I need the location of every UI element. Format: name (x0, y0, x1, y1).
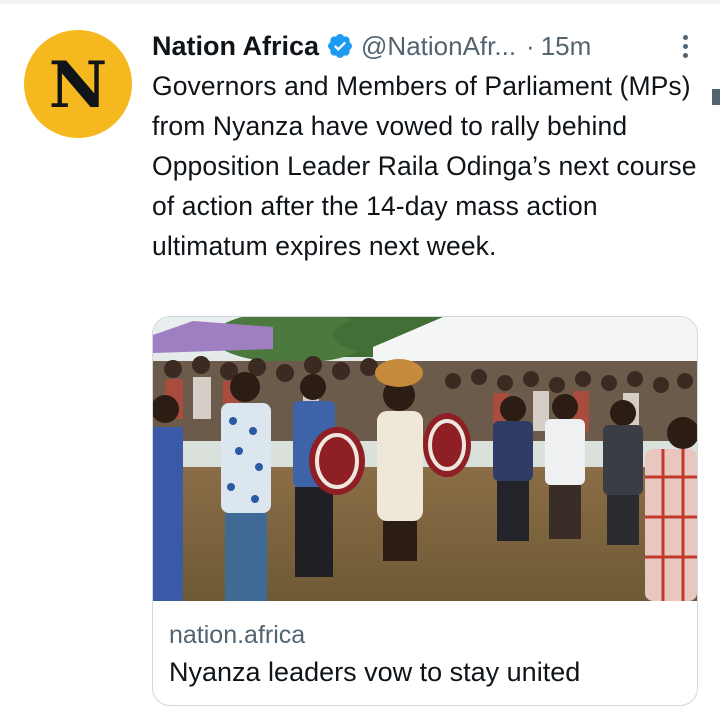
crowd-photo (153, 317, 697, 601)
more-vertical-icon[interactable] (670, 30, 700, 62)
tweet-timestamp[interactable]: 15m (541, 31, 592, 62)
top-divider (0, 0, 720, 4)
link-card[interactable]: nation.africa Nyanza leaders vow to stay… (152, 316, 698, 706)
card-domain[interactable]: nation.africa (169, 621, 305, 650)
author-handle[interactable]: @NationAfr... (361, 31, 516, 62)
card-image[interactable] (153, 317, 697, 601)
scrollbar-thumb[interactable] (712, 89, 720, 105)
avatar[interactable]: N (24, 30, 132, 138)
tweet-text: Governors and Members of Parliament (MPs… (152, 71, 697, 261)
tweet-header: Nation Africa @NationAfr... · 15m (152, 28, 702, 64)
avatar-letter: N (48, 48, 108, 123)
separator-dot: · (526, 30, 535, 61)
card-title[interactable]: Nyanza leaders vow to stay united (169, 657, 580, 688)
author-name[interactable]: Nation Africa (152, 31, 319, 62)
verified-badge-icon (328, 34, 352, 58)
